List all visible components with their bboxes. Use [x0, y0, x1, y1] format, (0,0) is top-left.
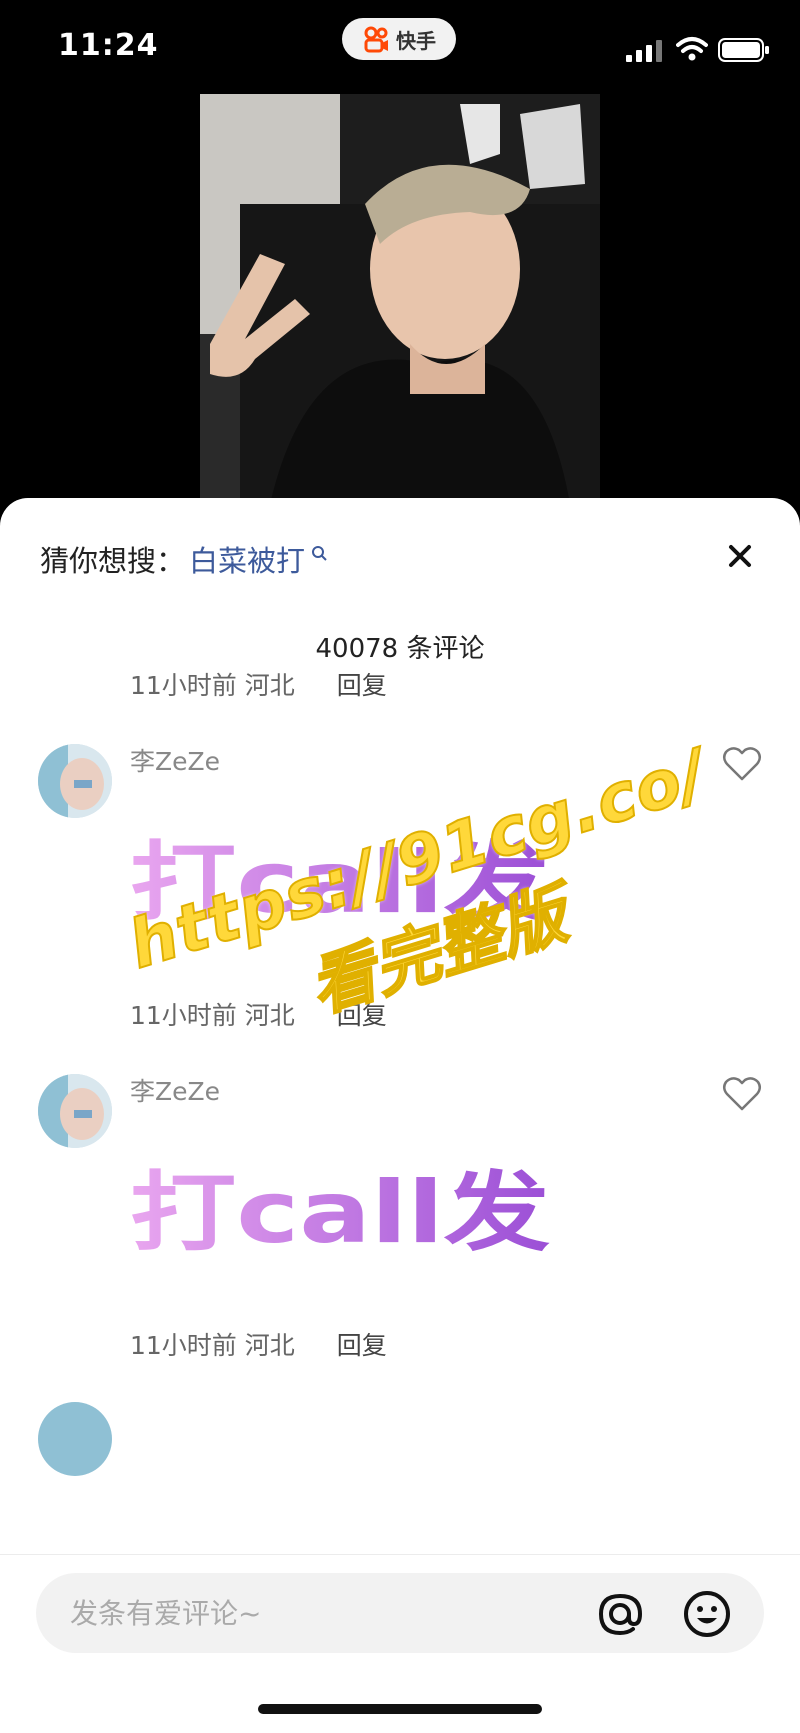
heart-icon[interactable] — [722, 746, 762, 782]
app-name: 快手 — [396, 28, 436, 53]
comment-input[interactable] — [70, 1573, 570, 1653]
comment-time: 11小时前 — [130, 671, 237, 700]
signal-icon — [626, 40, 662, 62]
reply-button[interactable]: 回复 — [337, 1001, 387, 1030]
comment-sheet: 猜你想搜： 白菜被打 40078 条评论 11小时前 河北 回复 李ZeZe 打… — [0, 498, 800, 1733]
avatar[interactable] — [38, 1074, 112, 1148]
comment-location: 河北 — [244, 1331, 295, 1360]
comment-input-bar — [0, 1554, 800, 1733]
comment-meta: 11小时前 河北 回复 — [130, 996, 387, 1032]
avatar-image — [38, 1074, 112, 1148]
comment-location: 河北 — [244, 1001, 295, 1030]
comment-meta: 11小时前 河北 回复 — [130, 666, 387, 702]
comment-meta: 11小时前 河北 回复 — [130, 1326, 387, 1362]
status-bar: 11:24 快手 — [0, 0, 800, 90]
avatar[interactable] — [38, 1402, 112, 1476]
comment-sticker: 打call发 — [130, 1163, 550, 1263]
wifi-icon — [676, 37, 708, 61]
kuaishou-logo-icon — [364, 26, 388, 53]
comment-count: 40078 条评论 — [315, 634, 485, 664]
comment-time: 11小时前 — [130, 1331, 237, 1360]
reply-button[interactable]: 回复 — [337, 671, 387, 700]
avatar[interactable] — [38, 744, 112, 818]
suggest-keyword[interactable]: 白菜被打 — [189, 538, 305, 580]
comment-username[interactable]: 李ZeZe — [130, 1072, 220, 1108]
comment-input-box[interactable] — [36, 1573, 764, 1653]
suggest-label: 猜你想搜： — [40, 544, 186, 578]
svg-text:打call发: 打call发 — [130, 833, 550, 933]
app-indicator-pill[interactable]: 快手 — [342, 18, 456, 60]
comment-username[interactable]: 李ZeZe — [130, 742, 220, 778]
status-time: 11:24 — [58, 28, 159, 63]
home-indicator[interactable] — [258, 1704, 542, 1714]
heart-icon[interactable] — [722, 1076, 762, 1112]
comment-sticker: 打call发 — [130, 833, 550, 933]
emoji-icon[interactable] — [682, 1589, 732, 1639]
reply-button[interactable]: 回复 — [337, 1331, 387, 1360]
close-icon[interactable] — [724, 540, 756, 572]
video-player[interactable] — [200, 94, 600, 504]
svg-text:打call发: 打call发 — [130, 1163, 550, 1263]
search-icon — [312, 546, 327, 561]
comment-location: 河北 — [244, 671, 295, 700]
comment-time: 11小时前 — [130, 1001, 237, 1030]
video-thumbnail — [200, 94, 600, 504]
avatar-image — [38, 744, 112, 818]
search-suggestion[interactable]: 猜你想搜： 白菜被打 — [40, 538, 329, 580]
at-icon[interactable] — [596, 1590, 644, 1638]
battery-icon — [718, 38, 769, 62]
